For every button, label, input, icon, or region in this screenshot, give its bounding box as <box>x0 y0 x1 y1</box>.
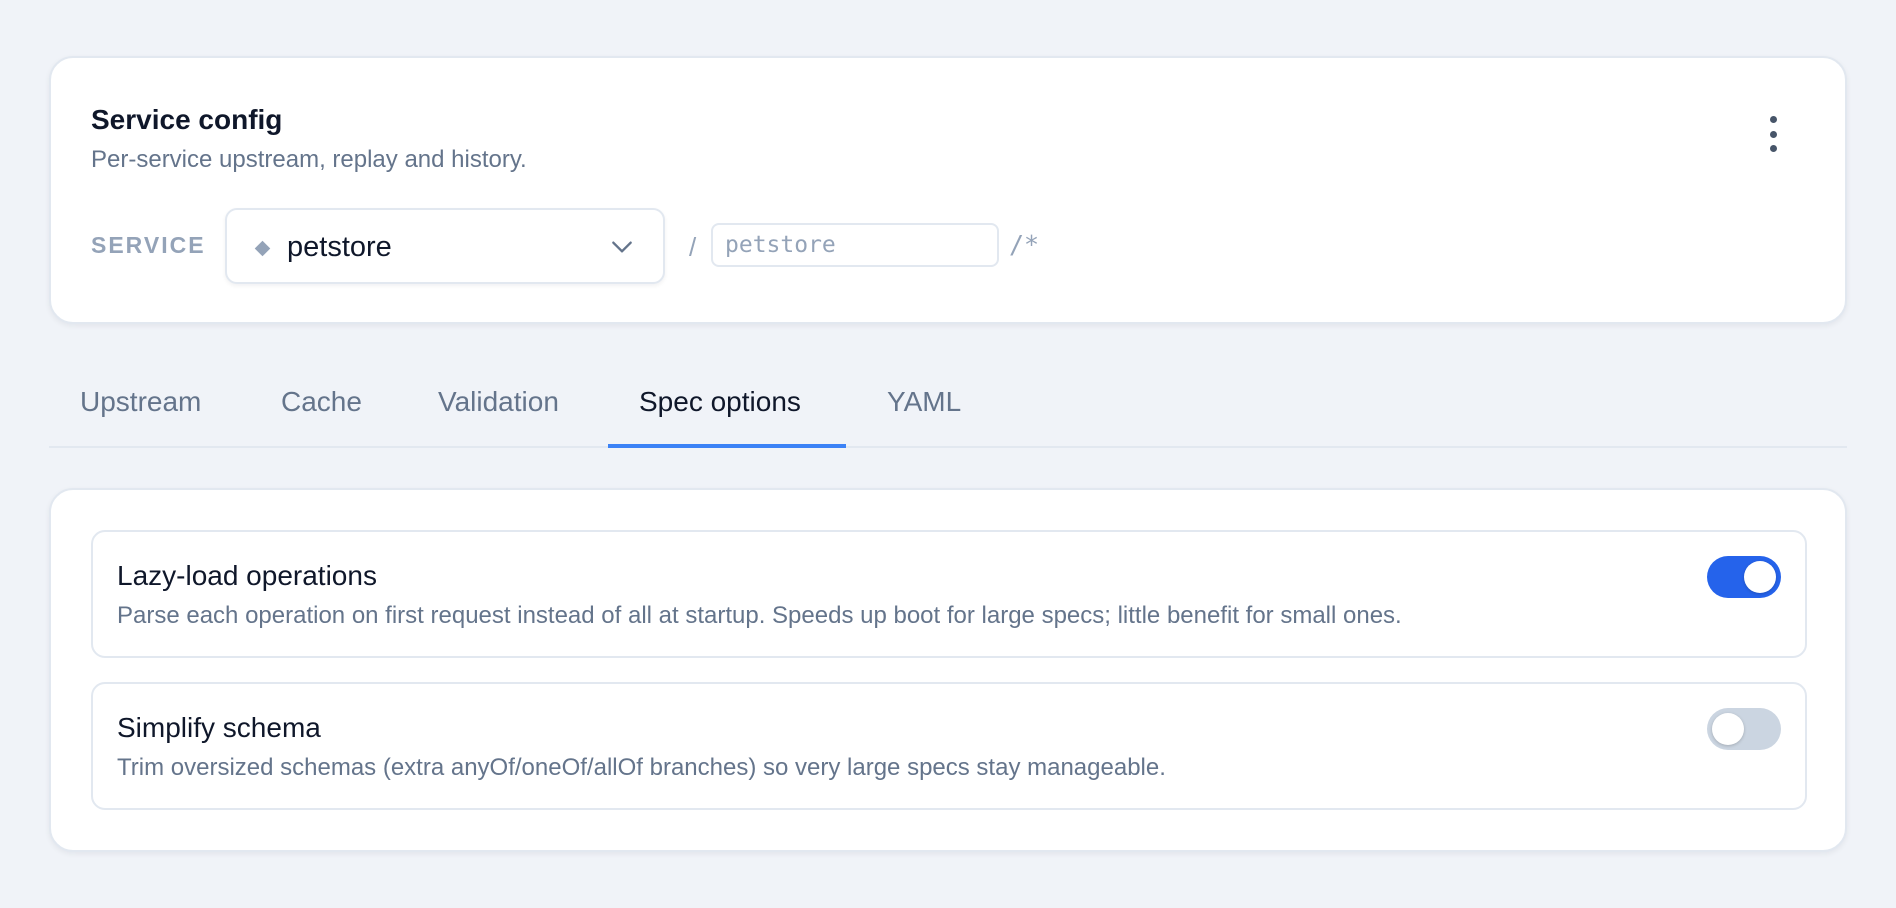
tab-validation[interactable]: Validation <box>438 386 559 418</box>
toggle-knob <box>1744 561 1776 593</box>
chevron-down-icon <box>612 241 632 253</box>
kebab-dot <box>1769 130 1777 138</box>
service-config-card: Service config Per-service upstream, rep… <box>49 56 1847 324</box>
tab-cache[interactable]: Cache <box>281 386 362 418</box>
service-label: SERVICE <box>91 232 206 258</box>
service-select-value: petstore <box>287 231 392 263</box>
option-title: Simplify schema <box>117 712 321 743</box>
tab-divider <box>49 446 1847 448</box>
kebab-dot <box>1769 116 1777 123</box>
option-description: Trim oversized schemas (extra anyOf/oneO… <box>117 754 1166 781</box>
tab-bar: Upstream Cache Validation Spec options Y… <box>49 372 1847 448</box>
option-lazy-load: Lazy-load operations Parse each operatio… <box>91 530 1807 658</box>
lazy-load-toggle[interactable] <box>1707 556 1781 598</box>
option-description: Parse each operation on first request in… <box>117 602 1402 629</box>
page-subtitle: Per-service upstream, replay and history… <box>91 146 527 173</box>
option-title: Lazy-load operations <box>117 560 377 591</box>
option-simplify-schema: Simplify schema Trim oversized schemas (… <box>91 682 1807 810</box>
spec-options-card: Lazy-load operations Parse each operatio… <box>49 488 1847 852</box>
active-tab-indicator <box>608 444 846 448</box>
path-prefix: / <box>689 232 697 262</box>
tab-upstream[interactable]: Upstream <box>80 386 201 418</box>
path-input[interactable] <box>711 223 999 267</box>
tab-spec-options[interactable]: Spec options <box>639 386 801 418</box>
simplify-schema-toggle[interactable] <box>1707 708 1781 750</box>
diamond-icon <box>254 240 271 257</box>
page-title: Service config <box>91 104 283 135</box>
kebab-dot <box>1769 145 1777 152</box>
tab-yaml[interactable]: YAML <box>887 386 961 418</box>
path-suffix: /* <box>1009 230 1040 259</box>
service-select[interactable]: petstore <box>225 208 665 284</box>
more-vertical-icon[interactable] <box>1761 116 1785 152</box>
toggle-knob <box>1712 713 1744 745</box>
